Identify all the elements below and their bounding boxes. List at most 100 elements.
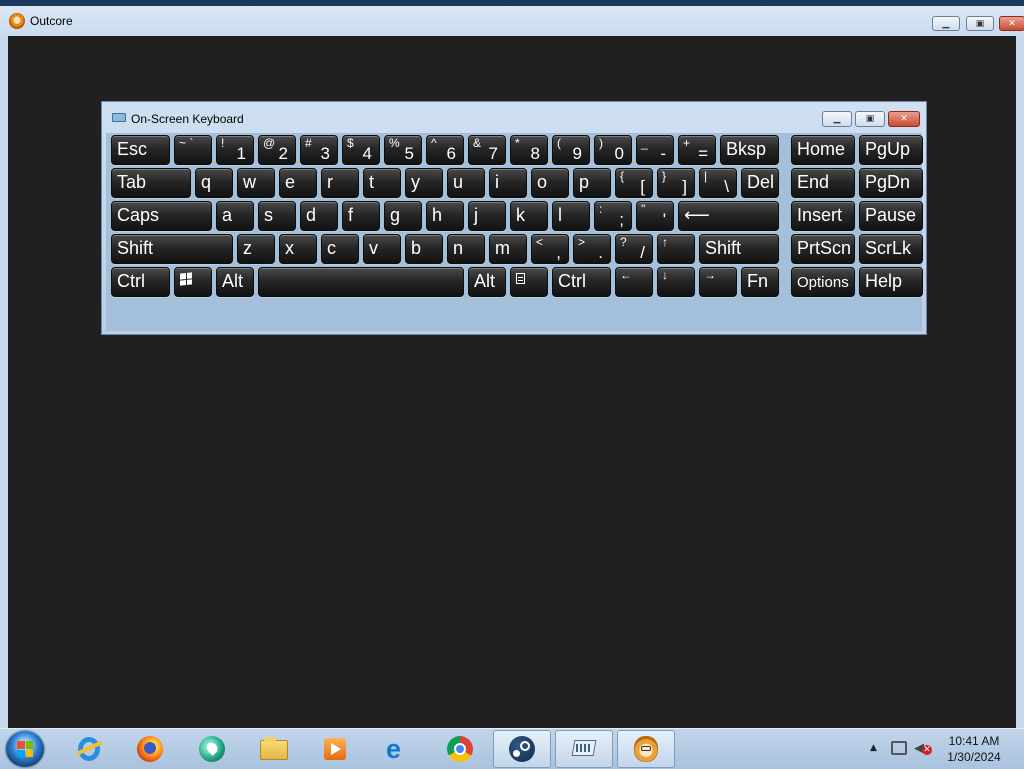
key-p[interactable]: p: [573, 168, 611, 198]
key--0-12[interactable]: _ -: [636, 135, 674, 165]
key-2[interactable]: @2: [258, 135, 296, 165]
key-4[interactable]: $4: [342, 135, 380, 165]
show-hidden-icons-button[interactable]: ▲: [870, 743, 877, 753]
key-bksp[interactable]: Bksp: [720, 135, 779, 165]
taskbar-chrome-button[interactable]: [431, 729, 489, 769]
key-0[interactable]: ) 0: [594, 135, 632, 165]
key--0-13[interactable]: + =: [678, 135, 716, 165]
taskbar-internet-explorer-button[interactable]: [60, 729, 118, 769]
key-help[interactable]: Help: [859, 267, 923, 297]
key--0-1[interactable]: ~ `: [174, 135, 212, 165]
taskbar-firefox-button[interactable]: [121, 729, 179, 769]
key-insert[interactable]: Insert: [791, 201, 855, 231]
key-n[interactable]: n: [447, 234, 485, 264]
key-shift[interactable]: Shift: [699, 234, 779, 264]
key-space[interactable]: [258, 267, 464, 297]
osk-titlebar[interactable]: On-Screen Keyboard ▁ ▣ ✕: [102, 102, 926, 132]
key-o[interactable]: o: [531, 168, 569, 198]
minimize-button[interactable]: ▁: [932, 16, 960, 31]
key--2-11[interactable]: " ': [636, 201, 674, 231]
key-j[interactable]: j: [468, 201, 506, 231]
key-options[interactable]: Options: [791, 267, 855, 297]
key-t[interactable]: t: [363, 168, 401, 198]
key-r[interactable]: r: [321, 168, 359, 198]
key-z[interactable]: z: [237, 234, 275, 264]
key-end[interactable]: End: [791, 168, 855, 198]
osk-close-button[interactable]: ✕: [888, 111, 920, 127]
key-tab[interactable]: Tab: [111, 168, 191, 198]
key-pgup[interactable]: PgUp: [859, 135, 923, 165]
key-1[interactable]: ! 1: [216, 135, 254, 165]
key-del[interactable]: Del: [741, 168, 779, 198]
key--3-11[interactable]: ↑: [657, 234, 695, 264]
key-b[interactable]: b: [405, 234, 443, 264]
key-y[interactable]: y: [405, 168, 443, 198]
key-alt[interactable]: Alt: [216, 267, 254, 297]
key-s[interactable]: s: [258, 201, 296, 231]
key-6[interactable]: ^ 6: [426, 135, 464, 165]
key-w[interactable]: w: [237, 168, 275, 198]
key-alt[interactable]: Alt: [468, 267, 506, 297]
key-i[interactable]: i: [489, 168, 527, 198]
key-fn[interactable]: Fn: [741, 267, 779, 297]
key--2-10[interactable]: :;: [594, 201, 632, 231]
key-menu[interactable]: [510, 267, 548, 297]
key-f[interactable]: f: [342, 201, 380, 231]
taskbar-outcore-button[interactable]: [617, 730, 675, 768]
taskbar-maps-button[interactable]: [183, 729, 241, 769]
key-7[interactable]: & 7: [468, 135, 506, 165]
key-q[interactable]: q: [195, 168, 233, 198]
key-8[interactable]: * 8: [510, 135, 548, 165]
key-prtscn[interactable]: PrtScn: [791, 234, 855, 264]
key-k[interactable]: k: [510, 201, 548, 231]
key--1-13[interactable]: | \: [699, 168, 737, 198]
key-ctrl[interactable]: Ctrl: [552, 267, 611, 297]
network-icon[interactable]: [891, 741, 907, 755]
key-v[interactable]: v: [363, 234, 401, 264]
key-home[interactable]: Home: [791, 135, 855, 165]
maximize-button[interactable]: ▣: [966, 16, 994, 31]
key-9[interactable]: (9: [552, 135, 590, 165]
key-d[interactable]: d: [300, 201, 338, 231]
key--3-8[interactable]: <,: [531, 234, 569, 264]
key--4-8[interactable]: ↓: [657, 267, 695, 297]
osk-minimize-button[interactable]: ▁: [822, 111, 852, 127]
key-ctrl[interactable]: Ctrl: [111, 267, 170, 297]
key-esc[interactable]: Esc: [111, 135, 170, 165]
key-h[interactable]: h: [426, 201, 464, 231]
taskbar-edge-button[interactable]: e: [369, 729, 427, 769]
start-button[interactable]: [6, 731, 44, 767]
key--4-7[interactable]: ←: [615, 267, 653, 297]
key-e[interactable]: e: [279, 168, 317, 198]
outcore-titlebar[interactable]: Outcore ▁ ▣ ✕: [0, 6, 1024, 36]
key-a[interactable]: a: [216, 201, 254, 231]
volume-muted-icon[interactable]: ◀ ✕: [914, 741, 932, 757]
key--1-11[interactable]: {[: [615, 168, 653, 198]
key-3[interactable]: #3: [300, 135, 338, 165]
key-u[interactable]: u: [447, 168, 485, 198]
taskbar-folder-button[interactable]: [245, 729, 303, 769]
osk-restore-button[interactable]: ▣: [855, 111, 885, 127]
key-shift[interactable]: Shift: [111, 234, 233, 264]
key--2-12[interactable]: ⟵: [678, 201, 779, 231]
taskbar-steam-button[interactable]: [493, 730, 551, 768]
key-l[interactable]: l: [552, 201, 590, 231]
system-clock[interactable]: 10:41 AM 1/30/2024: [934, 733, 1014, 765]
taskbar-on-screen-keyboard-button[interactable]: [555, 730, 613, 768]
key-scrlk[interactable]: ScrLk: [859, 234, 923, 264]
key-g[interactable]: g: [384, 201, 422, 231]
key--3-10[interactable]: ? /: [615, 234, 653, 264]
key-x[interactable]: x: [279, 234, 317, 264]
key--3-9[interactable]: >.: [573, 234, 611, 264]
key-pause[interactable]: Pause: [859, 201, 923, 231]
close-button[interactable]: ✕: [999, 16, 1024, 31]
key-c[interactable]: c: [321, 234, 359, 264]
key-5[interactable]: % 5: [384, 135, 422, 165]
key-caps[interactable]: Caps: [111, 201, 212, 231]
key-windows-logo[interactable]: [174, 267, 212, 297]
taskbar-media-player-button[interactable]: [306, 729, 364, 769]
key--1-12[interactable]: }]: [657, 168, 695, 198]
key--4-9[interactable]: →: [699, 267, 737, 297]
key-m[interactable]: m: [489, 234, 527, 264]
key-pgdn[interactable]: PgDn: [859, 168, 923, 198]
